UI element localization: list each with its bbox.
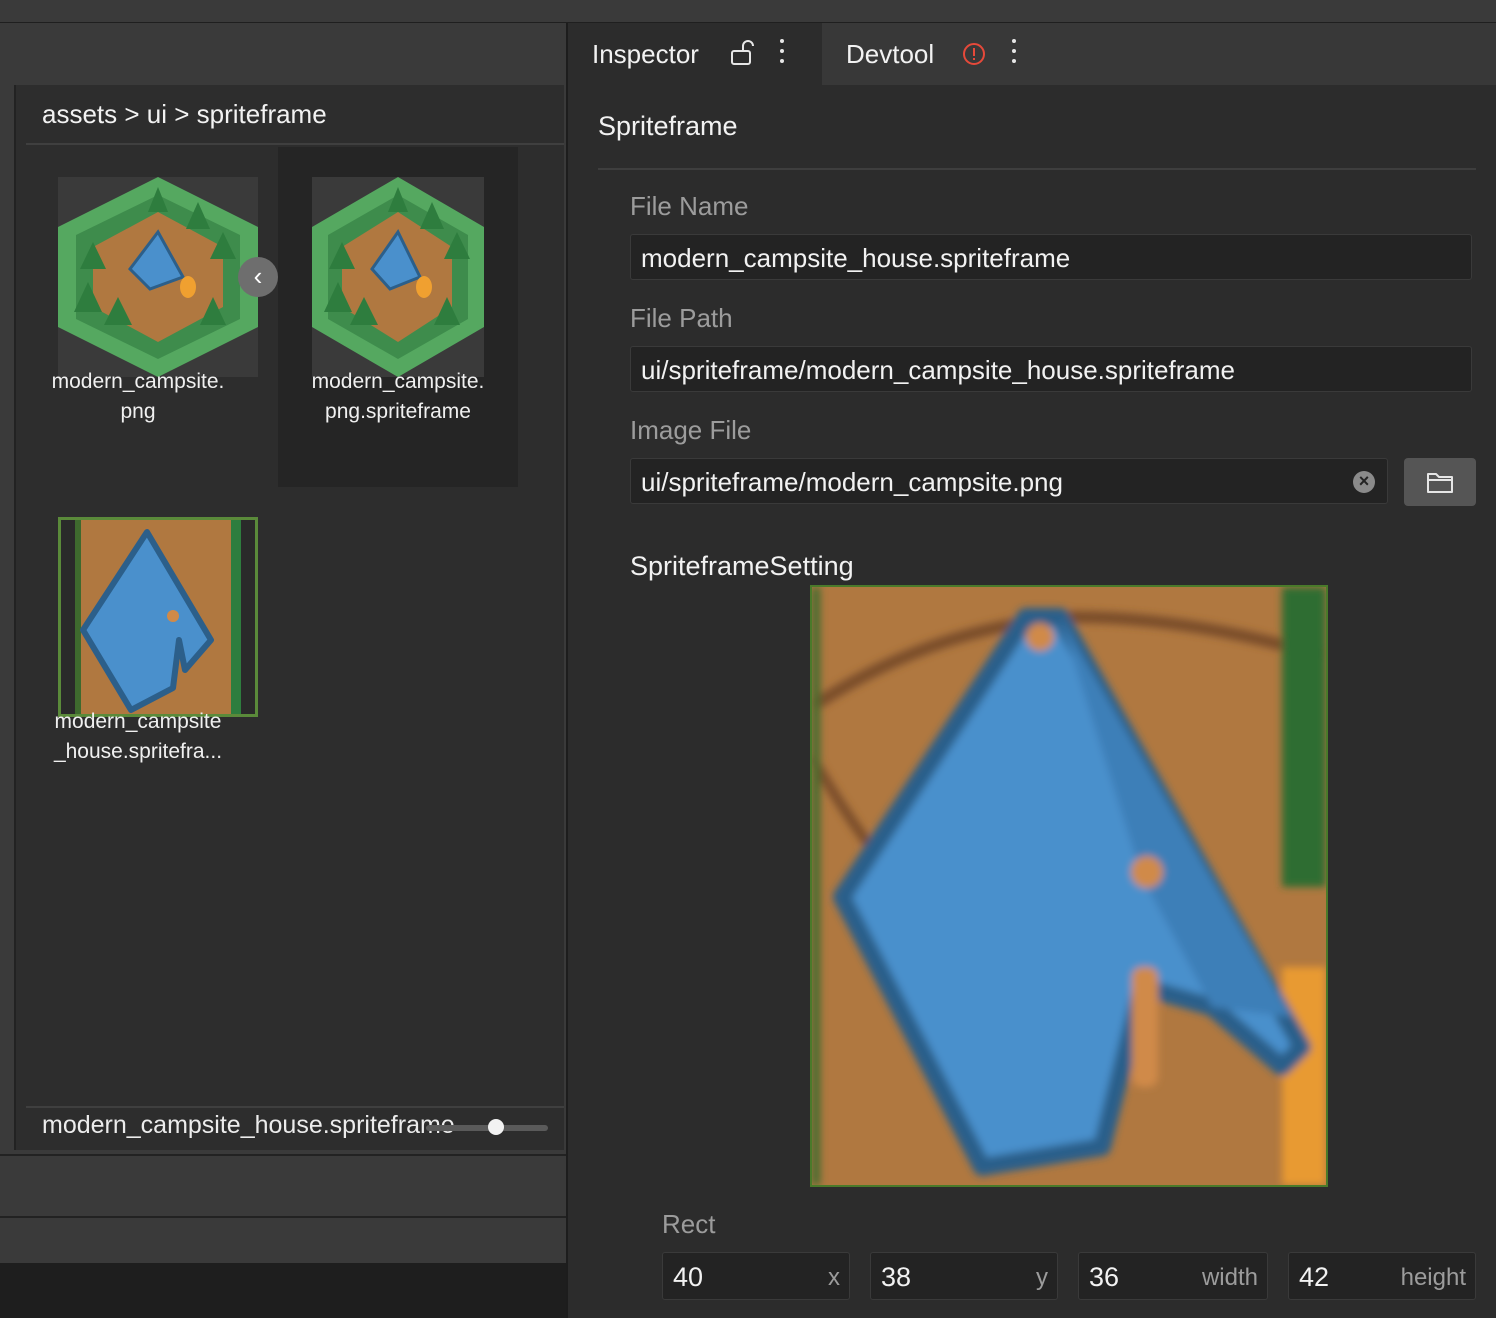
- rect-width-unit: width: [1201, 1264, 1258, 1291]
- footer-divider: [26, 1106, 564, 1108]
- top-menu-bar: [0, 0, 1496, 23]
- image-thumbnail-icon: [312, 177, 484, 377]
- rect-x-field[interactable]: 40 x: [662, 1252, 850, 1300]
- file-path-field[interactable]: ui/spriteframe/modern_campsite_house.spr…: [630, 346, 1472, 392]
- rect-width-value: 36: [1089, 1262, 1120, 1292]
- tab-label: Devtool: [846, 39, 935, 69]
- tab-menu-icon[interactable]: [1011, 39, 1017, 69]
- rect-x-value: 40: [673, 1262, 704, 1292]
- rect-height-value: 42: [1299, 1262, 1330, 1292]
- zoom-slider[interactable]: [426, 1125, 548, 1131]
- assets-panel-header: [0, 23, 566, 83]
- rect-x-unit: x: [828, 1264, 840, 1291]
- folder-icon: [1427, 473, 1453, 493]
- section-divider: [598, 168, 1476, 170]
- rect-y-field[interactable]: 38 y: [870, 1252, 1058, 1300]
- tab-inspector[interactable]: Inspector: [568, 23, 822, 85]
- inspector-panel: Inspector Devtool Spriteframe File Name …: [568, 23, 1496, 1318]
- chevron-left-icon[interactable]: ‹: [238, 257, 278, 297]
- collapsed-panel[interactable]: [0, 1263, 566, 1318]
- image-thumbnail-icon: [58, 177, 258, 377]
- asset-label: modern_campsite.: [311, 370, 485, 393]
- tab-bar: Inspector Devtool: [568, 23, 1496, 85]
- image-file-field[interactable]: ui/spriteframe/modern_campsite.png ×: [630, 458, 1388, 504]
- breadcrumb-divider: [26, 143, 564, 145]
- file-name-value: modern_campsite_house.spriteframe: [641, 243, 1071, 273]
- file-name-field[interactable]: modern_campsite_house.spriteframe: [630, 234, 1472, 280]
- collapsed-panel[interactable]: [0, 1216, 566, 1263]
- tab-label: Inspector: [592, 39, 699, 69]
- warning-circle-icon: [962, 42, 986, 71]
- unlock-icon[interactable]: [730, 40, 754, 71]
- breadcrumb[interactable]: assets > ui > spriteframe: [42, 99, 327, 130]
- asset-label-line2: png: [120, 400, 156, 423]
- selected-asset-name: modern_campsite_house.spriteframe: [42, 1111, 455, 1139]
- file-path-value: ui/spriteframe/modern_campsite_house.spr…: [641, 355, 1235, 385]
- collapsed-panel[interactable]: [0, 1154, 566, 1216]
- file-path-label: File Path: [630, 303, 733, 333]
- tab-devtool[interactable]: Devtool: [824, 23, 1044, 85]
- rect-y-value: 38: [881, 1262, 912, 1292]
- rect-height-field[interactable]: 42 height: [1288, 1252, 1476, 1300]
- asset-label-line2: _house.spritefra...: [53, 740, 223, 763]
- image-file-value: ui/spriteframe/modern_campsite.png: [641, 467, 1063, 497]
- asset-item-png-spriteframe[interactable]: modern_campsite. png.spriteframe: [278, 147, 518, 487]
- file-name-label: File Name: [630, 191, 749, 221]
- spriteframe-thumbnail-icon: [58, 517, 258, 717]
- asset-label-line2: png.spriteframe: [325, 400, 471, 423]
- rect-label: Rect: [662, 1209, 716, 1239]
- rect-height-unit: height: [1400, 1264, 1466, 1291]
- zoom-slider-handle[interactable]: [488, 1119, 504, 1135]
- asset-label: modern_campsite: [54, 710, 222, 733]
- assets-panel: assets > ui > spriteframe modern_campsit…: [0, 23, 566, 1318]
- browse-folder-button[interactable]: [1404, 458, 1476, 506]
- clear-icon[interactable]: ×: [1353, 471, 1375, 493]
- asset-browser: assets > ui > spriteframe modern_campsit…: [14, 85, 564, 1150]
- rect-width-field[interactable]: 36 width: [1078, 1252, 1268, 1300]
- spriteframe-setting-title: SpriteframeSetting: [630, 551, 854, 581]
- asset-item-house-spriteframe[interactable]: modern_campsite _house.spritefra...: [18, 487, 258, 787]
- section-title: Spriteframe: [598, 111, 738, 141]
- asset-label: modern_campsite.: [51, 370, 225, 393]
- rect-y-unit: y: [1036, 1264, 1048, 1291]
- image-file-label: Image File: [630, 415, 752, 445]
- sprite-preview-image[interactable]: [810, 585, 1328, 1187]
- asset-item-png[interactable]: modern_campsite. png: [18, 147, 258, 487]
- tab-menu-icon[interactable]: [779, 39, 785, 69]
